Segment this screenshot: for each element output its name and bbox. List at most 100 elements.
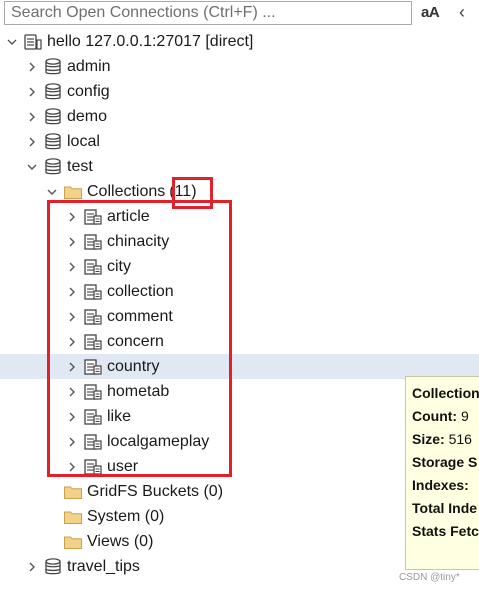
search-input[interactable]	[5, 2, 411, 24]
tree-item-label: demo	[67, 107, 108, 125]
database-icon	[43, 132, 63, 152]
tree-item-label: travel_tips	[67, 557, 140, 575]
tree-item-label: Views (0)	[87, 532, 154, 550]
tooltip-value: 9	[457, 408, 469, 424]
tree-item-label: test	[67, 157, 93, 175]
tooltip-line: Stats Fetc	[412, 520, 479, 543]
collection-icon	[83, 457, 103, 477]
collapse-panel-button[interactable]: ‹	[459, 2, 465, 23]
chevron-down-icon[interactable]	[24, 159, 40, 175]
collection-icon	[83, 432, 103, 452]
tree-item-label: user	[107, 457, 139, 475]
collection-icon	[83, 307, 103, 327]
connection-icon	[23, 32, 43, 52]
collection-icon	[83, 232, 103, 252]
database-node-test[interactable]: test	[0, 154, 479, 179]
collection-icon	[83, 257, 103, 277]
collection-node-comment[interactable]: comment	[0, 304, 479, 329]
tree-item-label: city	[107, 257, 131, 275]
tree-item-label: country	[107, 357, 160, 375]
collections-count: (11)	[169, 182, 197, 200]
connection-node[interactable]: hello 127.0.0.1:27017 [direct]	[0, 29, 479, 54]
tree-item-label: local	[67, 132, 100, 150]
chevron-down-icon[interactable]	[4, 34, 20, 50]
collection-icon	[83, 407, 103, 427]
collection-icon	[83, 332, 103, 352]
chevron-right-icon[interactable]	[24, 134, 40, 150]
collection-icon	[83, 282, 103, 302]
tree-item-label: System (0)	[87, 507, 165, 525]
tree-item-label: GridFS Buckets (0)	[87, 482, 224, 500]
tooltip-line: Collection	[412, 382, 479, 405]
chevron-right-icon[interactable]	[64, 309, 80, 325]
chevron-right-icon[interactable]	[24, 84, 40, 100]
chevron-right-icon[interactable]	[64, 259, 80, 275]
tooltip-label: Stats Fetc	[412, 523, 479, 539]
folder-icon	[63, 482, 83, 502]
tooltip-label: Collection	[412, 385, 479, 401]
tree-item-label: admin	[67, 57, 111, 75]
collection-icon	[83, 357, 103, 377]
chevron-right-icon[interactable]	[24, 559, 40, 575]
database-icon	[43, 57, 63, 77]
chevron-right-icon[interactable]	[24, 109, 40, 125]
chevron-right-icon[interactable]	[64, 384, 80, 400]
chevron-right-icon[interactable]	[64, 359, 80, 375]
tooltip-label: Indexes:	[412, 477, 469, 493]
database-icon	[43, 82, 63, 102]
tooltip-line: Count: 9	[412, 405, 479, 428]
chevron-right-icon[interactable]	[64, 434, 80, 450]
tree-item-label: hello 127.0.0.1:27017 [direct]	[47, 32, 254, 50]
chevron-right-icon[interactable]	[64, 234, 80, 250]
collection-node-collection[interactable]: collection	[0, 279, 479, 304]
tooltip-label: Size:	[412, 431, 445, 447]
collection-stats-tooltip: Collection Count: 9 Size: 516 Storage S Inde…	[405, 376, 479, 570]
folder-icon	[63, 532, 83, 552]
tree-item-label: article	[107, 207, 150, 225]
database-icon	[43, 107, 63, 127]
tree-item-label: comment	[107, 307, 173, 325]
tree-item-label: concern	[107, 332, 164, 350]
chevron-right-icon[interactable]	[64, 334, 80, 350]
watermark: CSDN @tiny*	[399, 572, 460, 583]
collection-icon	[83, 207, 103, 227]
tooltip-line: Total Inde	[412, 497, 479, 520]
database-node-local[interactable]: local	[0, 129, 479, 154]
database-icon	[43, 557, 63, 577]
collection-icon	[83, 382, 103, 402]
tooltip-value: 516	[444, 431, 472, 447]
tooltip-line: Storage S	[412, 451, 479, 474]
tree-item-label: config	[67, 82, 110, 100]
tooltip-label: Storage S	[412, 454, 478, 470]
collection-node-concern[interactable]: concern	[0, 329, 479, 354]
collections-folder[interactable]: Collections (11)	[0, 179, 479, 204]
tree-item-label: Collections	[87, 182, 166, 200]
chevron-right-icon[interactable]	[64, 409, 80, 425]
database-node-config[interactable]: config	[0, 79, 479, 104]
chevron-right-icon[interactable]	[24, 59, 40, 75]
tooltip-line: Indexes:	[412, 474, 479, 497]
tooltip-label: Count:	[412, 408, 458, 424]
tree-item-label: like	[107, 407, 132, 425]
chevron-right-icon[interactable]	[64, 284, 80, 300]
collection-node-chinacity[interactable]: chinacity	[0, 229, 479, 254]
tooltip-line: Size: 516	[412, 428, 479, 451]
chevron-right-icon[interactable]	[64, 209, 80, 225]
search-box[interactable]	[4, 1, 412, 25]
tree-item-label: localgameplay	[107, 432, 210, 450]
match-case-toggle[interactable]: aA	[421, 4, 440, 21]
database-node-demo[interactable]: demo	[0, 104, 479, 129]
chevron-down-icon[interactable]	[44, 184, 60, 200]
database-node-admin[interactable]: admin	[0, 54, 479, 79]
collection-node-city[interactable]: city	[0, 254, 479, 279]
chevron-right-icon[interactable]	[64, 459, 80, 475]
collection-node-article[interactable]: article	[0, 204, 479, 229]
tooltip-label: Total Inde	[412, 500, 478, 516]
folder-icon	[63, 182, 83, 202]
tree-item-label: hometab	[107, 382, 170, 400]
tree-item-label: chinacity	[107, 232, 170, 250]
database-icon	[43, 157, 63, 177]
